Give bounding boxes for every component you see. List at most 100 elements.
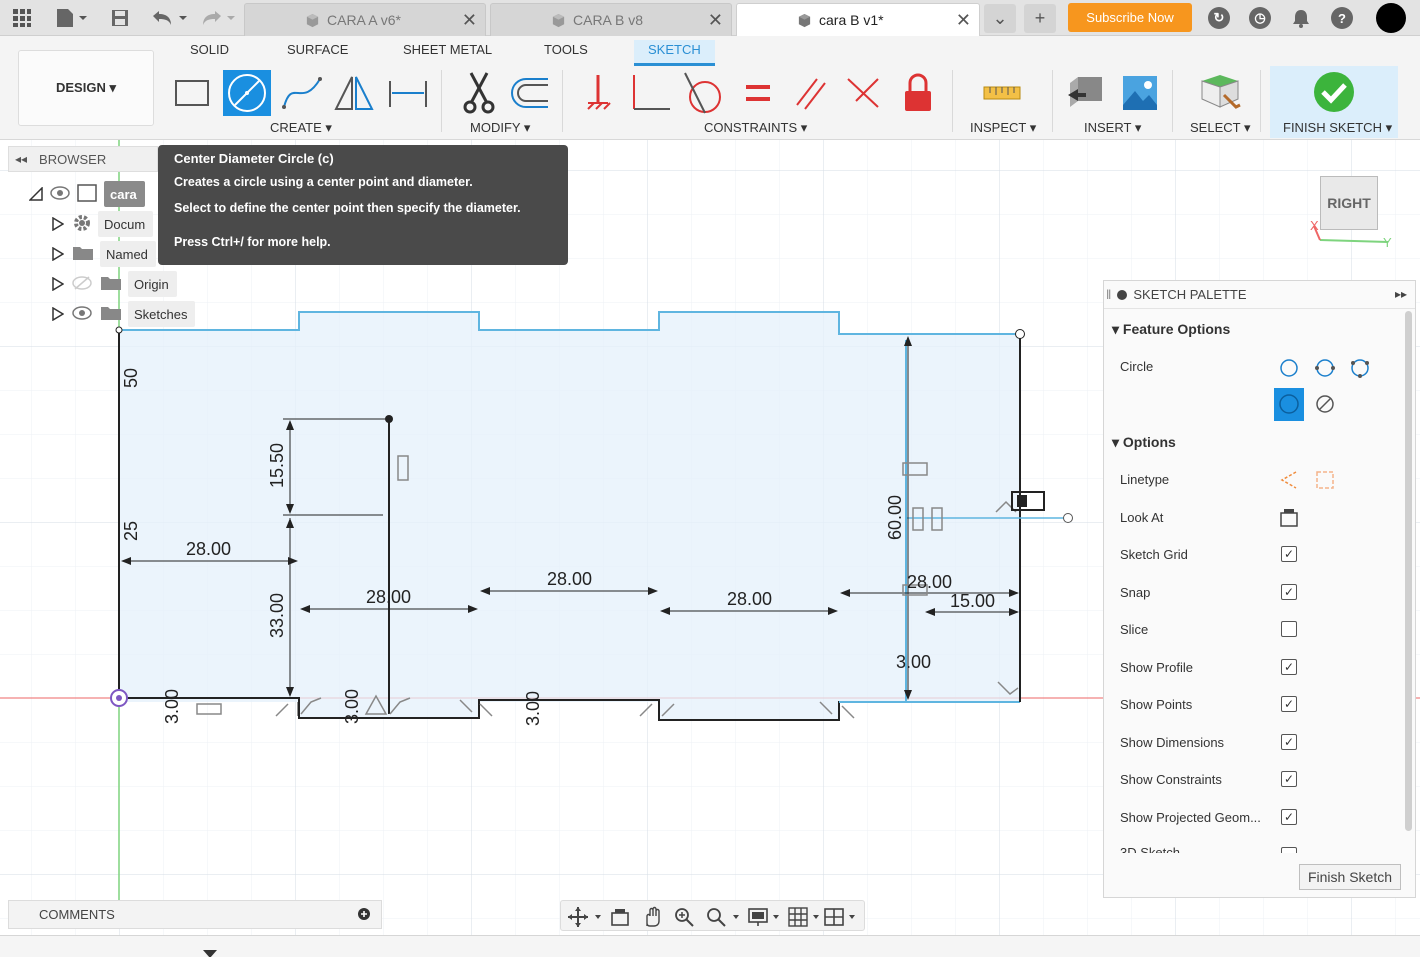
insert-derive-icon[interactable] bbox=[1062, 70, 1110, 116]
eye-icon[interactable] bbox=[50, 185, 70, 203]
sketch-point[interactable] bbox=[385, 415, 393, 423]
center-diameter-circle-icon[interactable] bbox=[1278, 357, 1300, 379]
file-menu-icon[interactable] bbox=[52, 6, 90, 30]
snap-checkbox[interactable]: ✓ bbox=[1281, 584, 1297, 600]
grid-settings-icon[interactable] bbox=[787, 906, 823, 928]
close-icon[interactable]: ✕ bbox=[462, 10, 477, 31]
workspace-design-dropdown[interactable]: DESIGN ▾ bbox=[18, 50, 154, 126]
browser-item-origin[interactable]: Origin bbox=[50, 270, 177, 298]
user-avatar[interactable] bbox=[1376, 3, 1406, 33]
redo-icon[interactable] bbox=[198, 6, 240, 30]
zoom-icon[interactable] bbox=[673, 906, 695, 928]
collapsed-triangle-icon[interactable] bbox=[50, 246, 66, 262]
collapsed-triangle-icon[interactable] bbox=[50, 216, 66, 232]
eye-hidden-icon[interactable] bbox=[72, 275, 92, 293]
browser-header[interactable]: ◂◂ BROWSER bbox=[8, 146, 158, 172]
close-icon[interactable]: ✕ bbox=[956, 10, 971, 31]
palette-header[interactable]: ‖ SKETCH PALETTE ▸▸ bbox=[1104, 281, 1415, 309]
equal-constraint-icon[interactable] bbox=[734, 70, 782, 116]
spline-tool-icon[interactable] bbox=[278, 70, 326, 116]
insert-canvas-image-icon[interactable] bbox=[1116, 70, 1164, 116]
save-icon[interactable] bbox=[108, 6, 132, 30]
tangent-circle-icon[interactable] bbox=[1314, 393, 1336, 415]
rectangle-tool-icon[interactable] bbox=[168, 70, 216, 116]
comments-panel[interactable]: COMMENTS bbox=[8, 900, 382, 929]
feature-options-section[interactable]: ▾ Feature Options bbox=[1112, 321, 1230, 338]
select-tool-icon[interactable] bbox=[1196, 70, 1244, 116]
new-tab-plus-icon[interactable]: + bbox=[1024, 4, 1056, 33]
measure-ruler-icon[interactable] bbox=[978, 70, 1026, 116]
perpendicular-constraint-icon[interactable] bbox=[626, 70, 674, 116]
dimension-tool-icon[interactable] bbox=[384, 70, 432, 116]
center-diameter-circle-tool-icon[interactable] bbox=[223, 70, 271, 116]
add-comment-icon[interactable] bbox=[357, 907, 371, 924]
browser-item-label[interactable]: cara bbox=[104, 181, 145, 207]
show-profile-checkbox[interactable]: ✓ bbox=[1281, 659, 1297, 675]
create-group-label[interactable]: CREATE ▾ bbox=[270, 120, 332, 136]
show-projected-geometry-checkbox[interactable]: ✓ bbox=[1281, 809, 1297, 825]
look-at-view-icon[interactable] bbox=[609, 906, 631, 928]
centerline-linetype-icon[interactable] bbox=[1314, 469, 1336, 491]
show-points-checkbox[interactable]: ✓ bbox=[1281, 696, 1297, 712]
coincident-constraint-icon[interactable] bbox=[840, 70, 888, 116]
tab-cara-b-v8[interactable]: CARA B v8 ✕ bbox=[490, 3, 732, 36]
insert-group-label[interactable]: INSERT ▾ bbox=[1084, 120, 1141, 136]
viewports-icon[interactable] bbox=[823, 906, 859, 928]
browser-item-named-views[interactable]: Named bbox=[50, 240, 156, 268]
browser-item-label[interactable]: Origin bbox=[128, 271, 177, 297]
sketch-grid-checkbox[interactable]: ✓ bbox=[1281, 546, 1297, 562]
mirror-tool-icon[interactable] bbox=[330, 70, 378, 116]
lock-constraint-icon[interactable] bbox=[894, 70, 942, 116]
palette-scrollbar[interactable] bbox=[1405, 311, 1412, 831]
diameter-circle-option-active[interactable] bbox=[1274, 388, 1304, 421]
expanded-triangle-icon[interactable] bbox=[28, 186, 44, 202]
tab-cara-a[interactable]: CARA A v6* ✕ bbox=[244, 3, 486, 36]
fix-constraint-icon[interactable] bbox=[574, 70, 622, 116]
timeline-marker-icon[interactable] bbox=[200, 950, 220, 957]
timeline-bar[interactable] bbox=[0, 935, 1420, 957]
show-dimensions-checkbox[interactable]: ✓ bbox=[1281, 734, 1297, 750]
display-settings-icon[interactable] bbox=[747, 906, 783, 928]
browser-item-label[interactable]: Named bbox=[100, 241, 156, 267]
close-icon[interactable]: ✕ bbox=[708, 10, 723, 31]
look-at-icon[interactable] bbox=[1278, 507, 1300, 529]
two-point-circle-icon[interactable] bbox=[1314, 357, 1336, 379]
orbit-move-icon[interactable] bbox=[567, 906, 603, 928]
construction-linetype-icon[interactable] bbox=[1278, 469, 1300, 491]
tangent-constraint-icon[interactable] bbox=[679, 70, 727, 116]
undo-icon[interactable] bbox=[148, 6, 190, 30]
collapsed-triangle-icon[interactable] bbox=[50, 276, 66, 292]
slice-checkbox[interactable] bbox=[1281, 621, 1297, 637]
browser-item-label[interactable]: Docum bbox=[98, 211, 154, 237]
browser-item-label[interactable]: Sketches bbox=[128, 301, 196, 327]
tab-overflow-chevron-icon[interactable]: ⌄ bbox=[984, 4, 1016, 33]
tab-sketch[interactable]: SKETCH bbox=[634, 40, 715, 66]
pan-hand-icon[interactable] bbox=[641, 906, 663, 928]
browser-item-root[interactable]: cara bbox=[28, 180, 145, 208]
tab-cara-b-v1[interactable]: cara B v1* ✕ bbox=[736, 3, 980, 36]
three-point-circle-icon[interactable] bbox=[1349, 357, 1371, 379]
select-group-label[interactable]: SELECT ▾ bbox=[1190, 120, 1250, 136]
eye-icon[interactable] bbox=[72, 305, 92, 323]
parallel-constraint-icon[interactable] bbox=[787, 70, 835, 116]
palette-drag-handle-icon[interactable]: ‖ bbox=[1106, 287, 1111, 302]
expand-palette-icon[interactable]: ▸▸ bbox=[1395, 287, 1407, 301]
constraints-group-label[interactable]: CONSTRAINTS ▾ bbox=[704, 120, 807, 136]
extensions-icon[interactable]: ↻ bbox=[1208, 7, 1230, 29]
modify-group-label[interactable]: MODIFY ▾ bbox=[470, 120, 530, 136]
show-constraints-checkbox[interactable]: ✓ bbox=[1281, 771, 1297, 787]
trim-scissors-icon[interactable] bbox=[455, 70, 503, 116]
options-section[interactable]: ▾ Options bbox=[1112, 434, 1176, 451]
tab-solid[interactable]: SOLID bbox=[190, 42, 229, 57]
subscribe-button[interactable]: Subscribe Now bbox=[1068, 3, 1192, 32]
help-question-icon[interactable]: ? bbox=[1331, 7, 1353, 29]
collapse-browser-icon[interactable]: ◂◂ bbox=[15, 152, 27, 166]
sketch-endpoint[interactable] bbox=[1063, 513, 1073, 523]
tab-surface[interactable]: SURFACE bbox=[287, 42, 348, 57]
inspect-group-label[interactable]: INSPECT ▾ bbox=[970, 120, 1036, 136]
offset-tool-icon[interactable] bbox=[506, 70, 554, 116]
collapsed-triangle-icon[interactable] bbox=[50, 306, 66, 322]
sketch-endpoint[interactable] bbox=[1015, 329, 1025, 339]
browser-item-sketches[interactable]: Sketches bbox=[50, 300, 196, 328]
zoom-window-icon[interactable] bbox=[705, 906, 741, 928]
